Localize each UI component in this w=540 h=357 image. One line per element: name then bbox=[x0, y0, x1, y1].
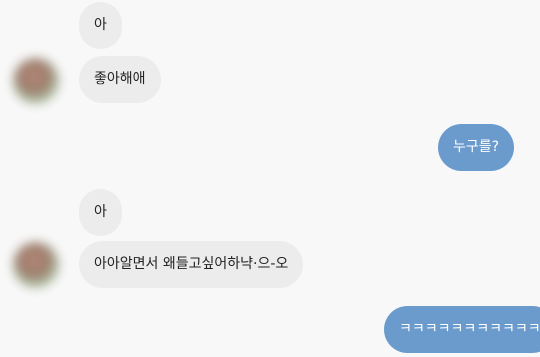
sender-avatar[interactable] bbox=[13, 58, 59, 104]
message-text: 누구를? bbox=[453, 139, 500, 155]
message-text: 좋아해애 bbox=[94, 71, 146, 87]
message-text: 아 bbox=[94, 204, 107, 220]
outgoing-message-bubble[interactable]: 누구를? bbox=[438, 124, 515, 171]
incoming-message-bubble[interactable]: 좋아해애 bbox=[79, 56, 161, 103]
message-text: 아아알면서 왜들고싶어하냑·으-오 bbox=[94, 256, 289, 272]
chat-message-list[interactable]: 아 좋아해애 누구를? 아 아아알면서 왜들고싶어하냑·으-오 ㅋㅋㅋㅋㅋㅋㅋㅋ… bbox=[0, 0, 540, 357]
sender-avatar[interactable] bbox=[13, 242, 59, 288]
incoming-message-bubble[interactable]: 아 bbox=[79, 2, 122, 49]
message-text: ㅋㅋㅋㅋㅋㅋㅋㅋㅋㅋㅋ bbox=[399, 321, 540, 337]
message-text: 아 bbox=[94, 17, 107, 33]
incoming-message-bubble[interactable]: 아 bbox=[79, 189, 122, 236]
outgoing-message-bubble[interactable]: ㅋㅋㅋㅋㅋㅋㅋㅋㅋㅋㅋ bbox=[384, 306, 540, 353]
incoming-message-bubble[interactable]: 아아알면서 왜들고싶어하냑·으-오 bbox=[79, 241, 304, 288]
